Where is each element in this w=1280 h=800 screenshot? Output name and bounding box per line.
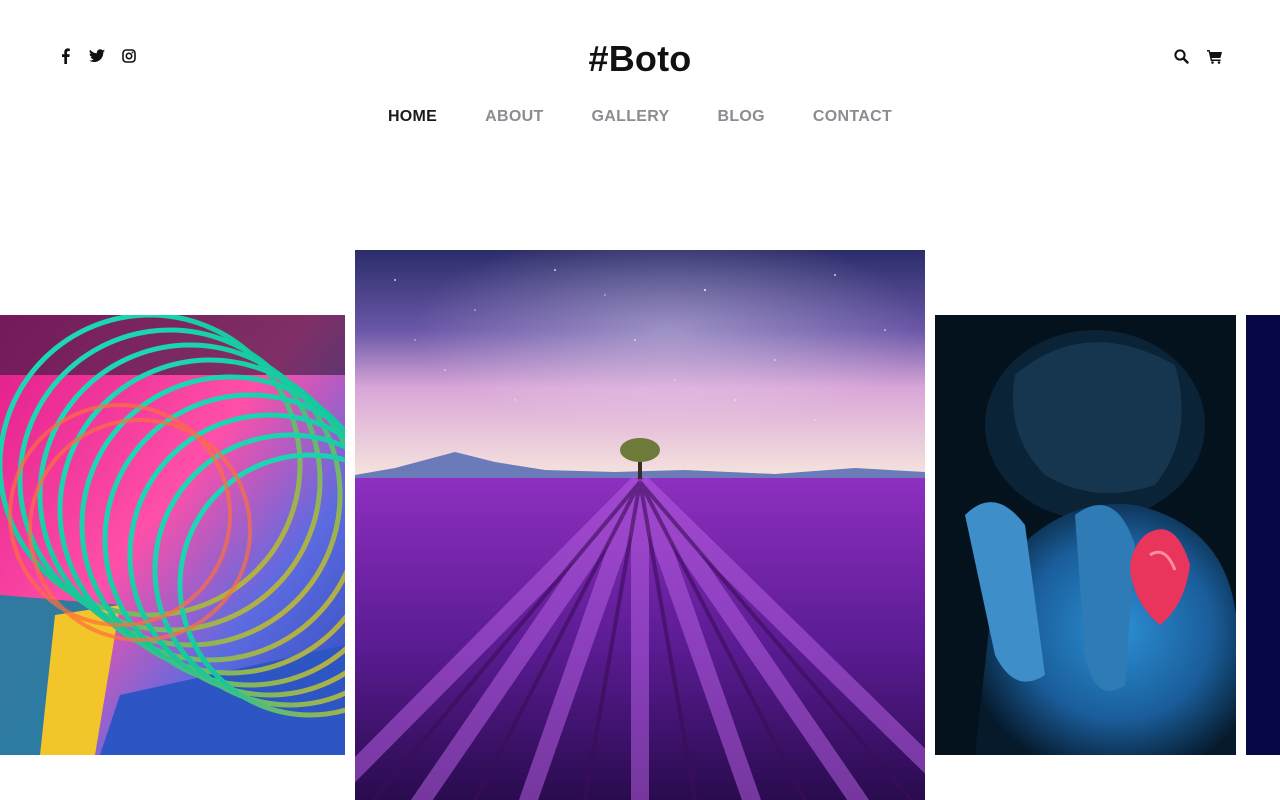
lavender-field-milky-way-photo[interactable] [355,250,925,800]
nav-item-gallery[interactable]: GALLERY [592,108,670,126]
header-tools [1172,46,1224,66]
dark-blue-partial-photo[interactable] [1246,315,1280,755]
site-logo-title[interactable]: #Boto [0,38,1280,80]
nav-item-about[interactable]: ABOUT [485,108,543,126]
nav-item-contact[interactable]: CONTACT [813,108,892,126]
nav-item-blog[interactable]: BLOG [718,108,765,126]
main-navigation: HOME ABOUT GALLERY BLOG CONTACT [0,108,1280,126]
cart-icon[interactable] [1206,46,1224,66]
search-icon[interactable] [1172,46,1190,66]
blue-painted-man-heart-photo[interactable] [935,315,1236,755]
nav-item-home[interactable]: HOME [385,108,440,126]
rainbow-slinky-photo[interactable] [0,315,345,755]
